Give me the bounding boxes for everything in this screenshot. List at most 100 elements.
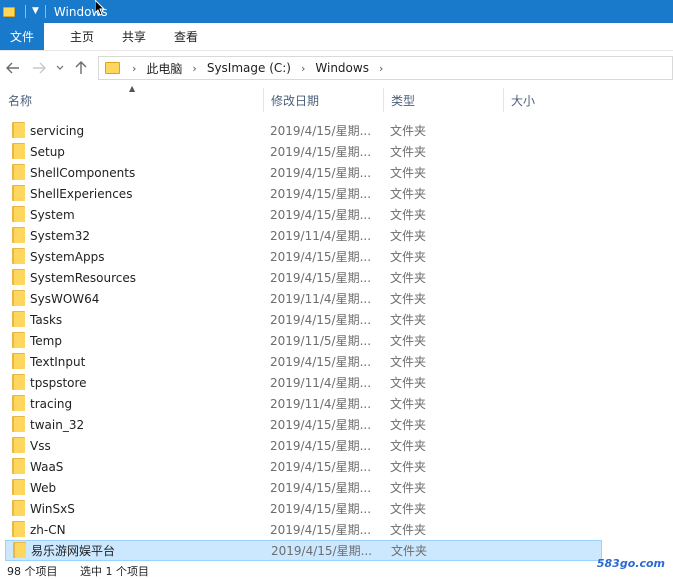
toolbar-separator — [25, 5, 26, 18]
forward-arrow-icon[interactable] — [26, 55, 52, 81]
tab-view[interactable]: 查看 — [162, 23, 210, 50]
list-item[interactable]: tpspstore 2019/11/4/星期... 文件夹 — [0, 372, 600, 393]
breadcrumb-this-pc[interactable]: 此电脑 — [146, 60, 182, 77]
file-name: servicing — [30, 123, 85, 138]
up-arrow-icon[interactable] — [68, 55, 94, 81]
watermark: 583go.com — [596, 557, 665, 570]
file-name: twain_32 — [30, 417, 85, 432]
file-date: 2019/11/4/星期... — [270, 397, 372, 411]
file-type: 文件夹 — [390, 313, 427, 327]
file-type: 文件夹 — [390, 124, 427, 138]
file-date: 2019/4/15/星期... — [270, 124, 372, 138]
file-date: 2019/4/15/星期... — [270, 208, 372, 222]
file-name: Temp — [30, 333, 62, 348]
chevron-right-icon[interactable]: › — [301, 62, 305, 75]
folder-icon — [12, 332, 25, 348]
file-name: SystemResources — [30, 270, 137, 285]
customize-quick-access-icon[interactable]: ▼ — [32, 7, 39, 16]
list-item[interactable]: Setup 2019/4/15/星期... 文件夹 — [0, 141, 600, 162]
folder-icon — [12, 458, 25, 474]
back-arrow-icon[interactable] — [0, 55, 26, 81]
breadcrumb-windows[interactable]: Windows — [315, 61, 369, 75]
list-item[interactable]: Temp 2019/11/5/星期... 文件夹 — [0, 330, 600, 351]
folder-icon — [12, 374, 25, 390]
chevron-right-icon[interactable]: › — [132, 62, 136, 75]
file-date: 2019/4/15/星期... — [270, 187, 372, 201]
folder-icon — [12, 227, 25, 243]
file-type: 文件夹 — [390, 502, 427, 516]
recent-locations-icon[interactable] — [52, 55, 68, 81]
file-name: WinSxS — [30, 501, 75, 516]
selected-count: 选中 1 个项目 — [80, 565, 149, 578]
tab-share[interactable]: 共享 — [110, 23, 158, 50]
file-name: SystemApps — [30, 249, 105, 264]
file-type: 文件夹 — [390, 418, 427, 432]
status-bar: 98 个项目 选中 1 个项目 — [0, 563, 673, 579]
list-item[interactable]: SystemResources 2019/4/15/星期... 文件夹 — [0, 267, 600, 288]
file-date: 2019/11/4/星期... — [270, 229, 372, 243]
folder-icon — [12, 122, 25, 138]
file-type: 文件夹 — [390, 250, 427, 264]
folder-icon — [12, 500, 25, 516]
folder-icon — [12, 437, 25, 453]
file-date: 2019/4/15/星期... — [270, 145, 372, 159]
list-item[interactable]: WaaS 2019/4/15/星期... 文件夹 — [0, 456, 600, 477]
folder-icon — [12, 248, 25, 264]
file-type: 文件夹 — [390, 376, 427, 390]
list-item[interactable]: System 2019/4/15/星期... 文件夹 — [0, 204, 600, 225]
quick-access-toolbar: ▼ — [0, 0, 52, 23]
list-item[interactable]: Tasks 2019/4/15/星期... 文件夹 — [0, 309, 600, 330]
folder-icon — [12, 353, 25, 369]
file-name: System — [30, 207, 75, 222]
list-item[interactable]: servicing 2019/4/15/星期... 文件夹 — [0, 120, 600, 141]
file-name: zh-CN — [30, 522, 66, 537]
list-item[interactable]: ShellExperiences 2019/4/15/星期... 文件夹 — [0, 183, 600, 204]
tab-file[interactable]: 文件 — [0, 23, 45, 50]
list-item[interactable]: SysWOW64 2019/11/4/星期... 文件夹 — [0, 288, 600, 309]
list-item[interactable]: ShellComponents 2019/4/15/星期... 文件夹 — [0, 162, 600, 183]
folder-icon[interactable] — [3, 6, 15, 17]
file-name: ShellExperiences — [30, 186, 133, 201]
folder-icon — [12, 395, 25, 411]
file-type: 文件夹 — [390, 334, 427, 348]
file-date: 2019/4/15/星期... — [270, 271, 372, 285]
list-item[interactable]: TextInput 2019/4/15/星期... 文件夹 — [0, 351, 600, 372]
folder-icon — [12, 269, 25, 285]
navigation-bar: › 此电脑 › SysImage (C:) › Windows › — [0, 52, 673, 84]
list-item[interactable]: SystemApps 2019/4/15/星期... 文件夹 — [0, 246, 600, 267]
list-item[interactable]: zh-CN 2019/4/15/星期... 文件夹 — [0, 519, 600, 540]
breadcrumb: › 此电脑 › SysImage (C:) › Windows › — [132, 60, 393, 77]
file-name: Vss — [30, 438, 51, 453]
breadcrumb-drive[interactable]: SysImage (C:) — [207, 61, 291, 75]
file-type: 文件夹 — [390, 523, 427, 537]
chevron-right-icon[interactable]: › — [192, 62, 196, 75]
folder-icon — [13, 542, 26, 558]
file-type: 文件夹 — [390, 481, 427, 495]
list-item[interactable]: 易乐游网娱平台 2019/4/15/星期... 文件夹 — [5, 540, 602, 561]
list-item[interactable]: Vss 2019/4/15/星期... 文件夹 — [0, 435, 600, 456]
item-count: 98 个项目 — [7, 565, 58, 578]
file-type: 文件夹 — [390, 397, 427, 411]
list-item[interactable]: System32 2019/11/4/星期... 文件夹 — [0, 225, 600, 246]
folder-icon — [12, 521, 25, 537]
file-date: 2019/11/4/星期... — [270, 376, 372, 390]
list-item[interactable]: tracing 2019/11/4/星期... 文件夹 — [0, 393, 600, 414]
tab-home[interactable]: 主页 — [58, 23, 106, 50]
address-bar[interactable]: › 此电脑 › SysImage (C:) › Windows › — [98, 56, 673, 80]
folder-icon — [12, 185, 25, 201]
list-item[interactable]: WinSxS 2019/4/15/星期... 文件夹 — [0, 498, 600, 519]
file-name: WaaS — [30, 459, 64, 474]
folder-icon — [12, 206, 25, 222]
file-name: Setup — [30, 144, 65, 159]
file-date: 2019/11/5/星期... — [270, 334, 372, 348]
chevron-right-icon[interactable]: › — [379, 62, 383, 75]
list-item[interactable]: Web 2019/4/15/星期... 文件夹 — [0, 477, 600, 498]
file-date: 2019/4/15/星期... — [270, 355, 372, 369]
file-type: 文件夹 — [390, 208, 427, 222]
folder-icon — [12, 164, 25, 180]
file-name: ShellComponents — [30, 165, 136, 180]
folder-icon — [12, 479, 25, 495]
file-name: tpspstore — [30, 375, 87, 390]
list-item[interactable]: twain_32 2019/4/15/星期... 文件夹 — [0, 414, 600, 435]
file-name: SysWOW64 — [30, 291, 100, 306]
